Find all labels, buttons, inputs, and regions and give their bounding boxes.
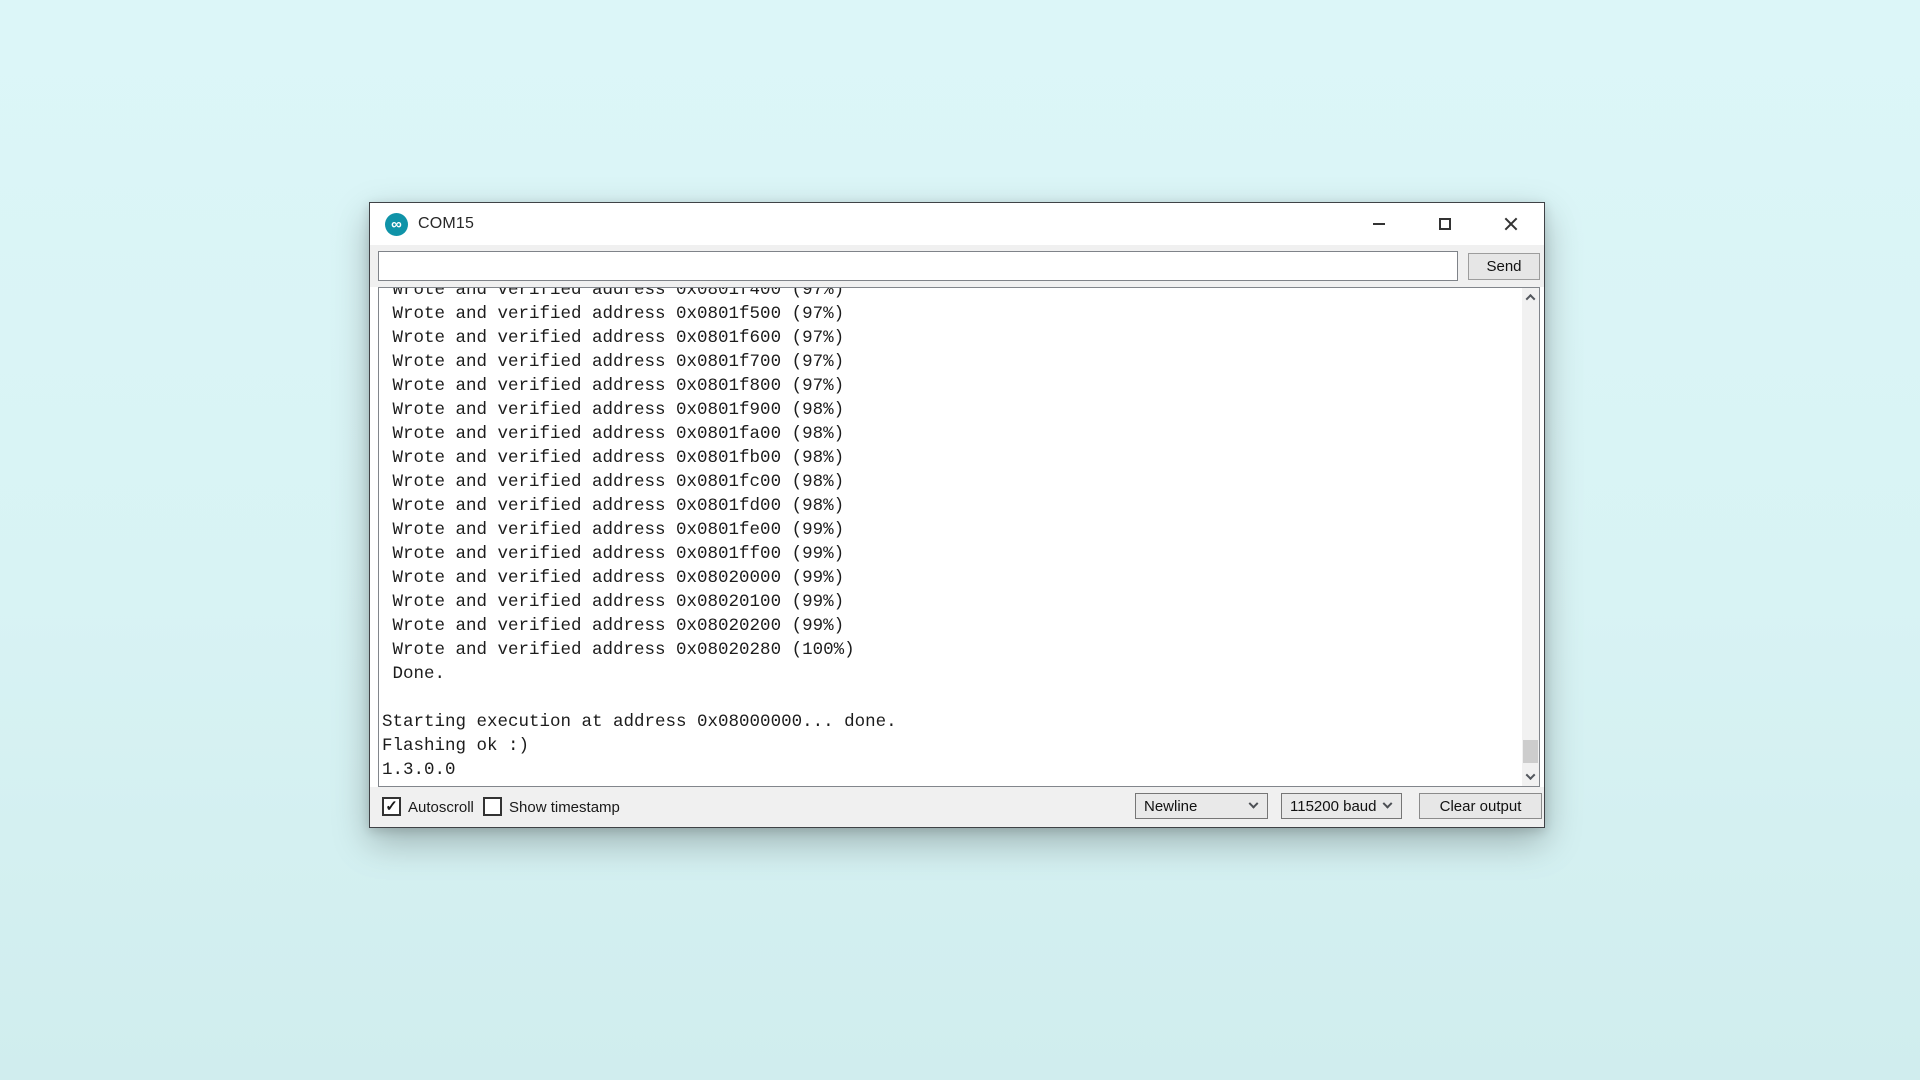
arduino-icon: ∞ (385, 213, 408, 236)
clear-output-button[interactable]: Clear output (1419, 793, 1542, 819)
maximize-button[interactable] (1412, 203, 1478, 245)
console-line: Wrote and verified address 0x0801fc00 (9… (382, 470, 1521, 494)
console-line: Wrote and verified address 0x0801fe00 (9… (382, 518, 1521, 542)
message-input[interactable] (378, 251, 1458, 281)
show-timestamp-label: Show timestamp (509, 799, 620, 816)
console-line: Wrote and verified address 0x08020100 (9… (382, 590, 1521, 614)
console-line: Done. (382, 662, 1521, 686)
console-line: Wrote and verified address 0x0801ff00 (9… (382, 542, 1521, 566)
baud-rate-value: 115200 baud (1290, 798, 1376, 815)
console-line (382, 686, 1521, 710)
scroll-up-button[interactable] (1522, 289, 1539, 306)
send-row: Send (370, 245, 1544, 287)
console-line: Wrote and verified address 0x0801f500 (9… (382, 302, 1521, 326)
autoscroll-checkbox[interactable]: ✓ (382, 797, 401, 816)
console-line: Wrote and verified address 0x0801f900 (9… (382, 398, 1521, 422)
console-line: Wrote and verified address 0x0801fb00 (9… (382, 446, 1521, 470)
window-title: COM15 (418, 215, 474, 233)
console-line: Wrote and verified address 0x08020280 (1… (382, 638, 1521, 662)
minimize-icon (1373, 223, 1385, 225)
vertical-scrollbar[interactable] (1522, 288, 1539, 786)
close-icon (1504, 217, 1518, 231)
title-bar: ∞ COM15 (370, 203, 1544, 245)
line-ending-dropdown[interactable]: Newline (1135, 793, 1268, 819)
console-line: Wrote and verified address 0x08020200 (9… (382, 614, 1521, 638)
console-line: Flashing ok :) (382, 734, 1521, 758)
chevron-down-icon (1249, 798, 1259, 808)
scroll-down-button[interactable] (1522, 768, 1539, 785)
console-line: Wrote and verified address 0x08020000 (9… (382, 566, 1521, 590)
console-text: Wrote and verified address 0x0801f400 (9… (382, 287, 1521, 782)
baud-rate-dropdown[interactable]: 115200 baud (1281, 793, 1402, 819)
console-line: Starting execution at address 0x08000000… (382, 710, 1521, 734)
chevron-down-icon (1526, 770, 1536, 780)
maximize-icon (1439, 218, 1451, 230)
console-line: Wrote and verified address 0x0801fd00 (9… (382, 494, 1521, 518)
scrollbar-thumb[interactable] (1523, 740, 1538, 763)
chevron-up-icon (1526, 294, 1536, 304)
status-bar: ✓ Autoscroll Show timestamp Newline 1152… (370, 787, 1544, 827)
show-timestamp-checkbox[interactable] (483, 797, 502, 816)
console-line: Wrote and verified address 0x0801fa00 (9… (382, 422, 1521, 446)
line-ending-value: Newline (1144, 798, 1197, 815)
console-line: Wrote and verified address 0x0801f700 (9… (382, 350, 1521, 374)
console-line: Wrote and verified address 0x0801f400 (9… (382, 287, 1521, 302)
console-line: Wrote and verified address 0x0801f800 (9… (382, 374, 1521, 398)
autoscroll-label: Autoscroll (408, 799, 474, 816)
send-button[interactable]: Send (1468, 253, 1540, 280)
serial-monitor-window: ∞ COM15 Send Wrote and verified address … (369, 202, 1545, 828)
minimize-button[interactable] (1346, 203, 1412, 245)
window-controls (1346, 203, 1544, 245)
console-output[interactable]: Wrote and verified address 0x0801f400 (9… (378, 287, 1540, 787)
chevron-down-icon (1383, 798, 1393, 808)
console-line: 1.3.0.0 (382, 758, 1521, 782)
close-button[interactable] (1478, 203, 1544, 245)
console-line: Wrote and verified address 0x0801f600 (9… (382, 326, 1521, 350)
